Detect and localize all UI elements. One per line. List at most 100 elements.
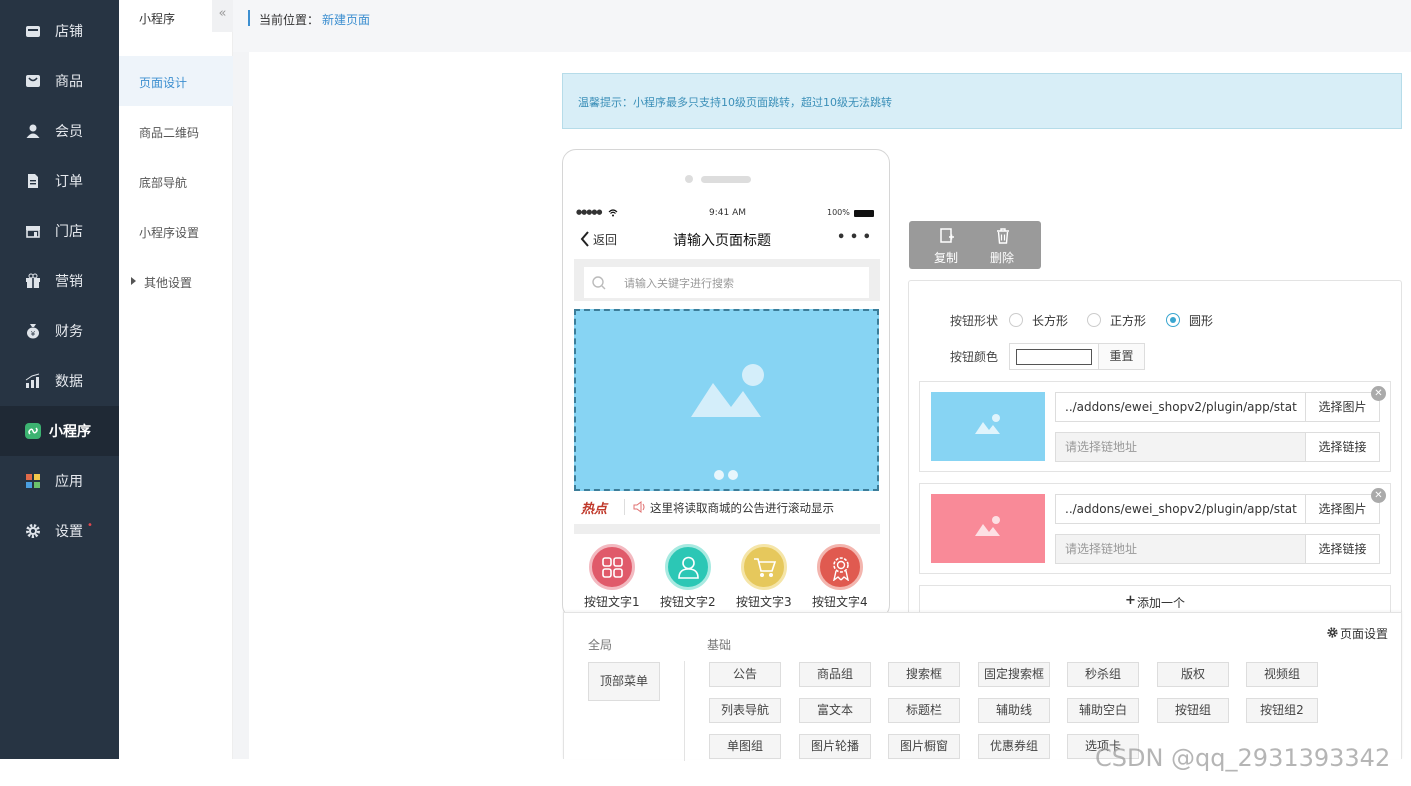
- main-sidebar: 店铺 商品 会员 订单 门店 营销 ¥ 财务 数据 小程序 应用 设置 •: [0, 0, 119, 759]
- component-fixed-search[interactable]: 固定搜索框: [978, 662, 1050, 687]
- nav-button-icon-2[interactable]: [665, 544, 711, 590]
- shape-radio-circle[interactable]: [1166, 313, 1180, 327]
- nav-button-label-4[interactable]: 按钮文字4: [812, 593, 868, 610]
- nav-button-icon-3[interactable]: [741, 544, 787, 590]
- image-path-input[interactable]: ../addons/ewei_shopv2/plugin/app/stat: [1055, 392, 1306, 422]
- select-link-button[interactable]: 选择链接: [1305, 534, 1380, 564]
- search-placeholder: 请输入关键字进行搜索: [624, 277, 734, 290]
- carousel-dot[interactable]: [714, 470, 724, 480]
- sidebar-item-miniprogram[interactable]: 小程序: [0, 406, 119, 456]
- component-top-menu[interactable]: 顶部菜单: [588, 662, 660, 701]
- select-image-button[interactable]: 选择图片: [1305, 392, 1380, 422]
- nav-button-icon-4[interactable]: [817, 544, 863, 590]
- collapse-subnav-button[interactable]: «: [212, 0, 233, 32]
- sidebar-item-marketing[interactable]: 营销: [0, 256, 119, 306]
- speaker-icon: [633, 501, 645, 513]
- component-single-image[interactable]: 单图组: [709, 734, 781, 759]
- subnav-item-goods-qrcode[interactable]: 商品二维码: [119, 106, 233, 156]
- nav-button-icon-1[interactable]: [589, 544, 635, 590]
- component-image-showcase[interactable]: 图片橱窗: [888, 734, 960, 759]
- link-input[interactable]: 请选择链地址: [1055, 534, 1306, 564]
- sidebar-item-apps[interactable]: 应用: [0, 456, 119, 506]
- hot-label: 热点: [581, 502, 608, 517]
- shape-radio-rectangle[interactable]: [1009, 313, 1023, 327]
- more-menu-icon[interactable]: • • •: [837, 230, 871, 245]
- sidebar-item-finance[interactable]: ¥ 财务: [0, 306, 119, 356]
- banner-carousel[interactable]: [574, 309, 879, 491]
- page-settings-link[interactable]: 页面设置: [1340, 625, 1388, 642]
- nav-button-label-3[interactable]: 按钮文字3: [736, 593, 792, 610]
- component-seckill-group[interactable]: 秒杀组: [1067, 662, 1139, 687]
- component-button-group-2[interactable]: 按钮组2: [1246, 698, 1318, 723]
- image-path-input[interactable]: ../addons/ewei_shopv2/plugin/app/stat: [1055, 494, 1306, 524]
- shape-option-circle[interactable]: 圆形: [1189, 312, 1213, 329]
- item-thumbnail[interactable]: [931, 392, 1045, 461]
- carousel-dot[interactable]: [728, 470, 738, 480]
- component-button-group[interactable]: 按钮组: [1157, 698, 1229, 723]
- delete-button[interactable]: 删除: [987, 225, 1019, 267]
- subnav-item-page-design[interactable]: 页面设计: [119, 56, 233, 106]
- image-placeholder-icon: [975, 414, 1000, 434]
- image-placeholder-icon: [975, 516, 1000, 536]
- component-coupon-group[interactable]: 优惠券组: [978, 734, 1050, 759]
- phone-preview: ●●●●● 9:41 AM 100% 返回 请输入页面标题 • • • 请输入关…: [562, 149, 890, 619]
- component-title-bar[interactable]: 标题栏: [888, 698, 960, 723]
- subnav-item-other-settings[interactable]: 其他设置: [119, 256, 233, 306]
- subnav-item-bottom-nav[interactable]: 底部导航: [119, 156, 233, 206]
- sidebar-item-settings[interactable]: 设置 •: [0, 506, 119, 556]
- link-input[interactable]: 请选择链地址: [1055, 432, 1306, 462]
- sidebar-item-goods[interactable]: 商品: [0, 56, 119, 106]
- divider: [624, 499, 625, 515]
- sidebar-item-label: 设置: [55, 524, 83, 540]
- breadcrumb-current[interactable]: 新建页面: [322, 11, 370, 28]
- sidebar-item-label: 财务: [55, 324, 83, 340]
- copy-button[interactable]: 复制: [931, 225, 963, 267]
- sidebar-item-shop[interactable]: 店铺: [0, 6, 119, 56]
- shape-option-rectangle[interactable]: 长方形: [1032, 312, 1068, 329]
- nav-button-label-1[interactable]: 按钮文字1: [584, 593, 640, 610]
- sidebar-item-data[interactable]: 数据: [0, 356, 119, 406]
- search-input[interactable]: 请输入关键字进行搜索: [584, 267, 869, 298]
- back-arrow-icon[interactable]: [580, 231, 590, 247]
- component-guide-line[interactable]: 辅助线: [978, 698, 1050, 723]
- component-announcement[interactable]: 公告: [709, 662, 781, 687]
- notice-banner: 温馨提示：小程序最多只支持10级页面跳转，超过10级无法跳转: [562, 73, 1402, 129]
- select-link-button[interactable]: 选择链接: [1305, 432, 1380, 462]
- component-copyright[interactable]: 版权: [1157, 662, 1229, 687]
- back-button[interactable]: 返回: [593, 231, 617, 248]
- shop-icon: [26, 26, 40, 37]
- subnav-title: 小程序: [139, 12, 176, 26]
- page-title[interactable]: 请输入页面标题: [673, 230, 771, 250]
- store-icon: [26, 226, 40, 238]
- component-blank-space[interactable]: 辅助空白: [1067, 698, 1139, 723]
- copy-label: 复制: [934, 251, 959, 265]
- subnav-item-miniprogram-settings[interactable]: 小程序设置: [119, 206, 233, 256]
- caret-right-icon: [131, 277, 136, 285]
- nav-button-label-2[interactable]: 按钮文字2: [660, 593, 716, 610]
- miniprogram-icon: [25, 423, 41, 439]
- sidebar-item-member[interactable]: 会员: [0, 106, 119, 156]
- sidebar-item-label: 店铺: [55, 24, 83, 40]
- component-goods-group[interactable]: 商品组: [799, 662, 871, 687]
- color-picker[interactable]: [1016, 349, 1092, 365]
- notice-text: 温馨提示：小程序最多只支持10级页面跳转，超过10级无法跳转: [578, 96, 892, 109]
- battery-percent: 100%: [827, 208, 850, 217]
- reset-color-button[interactable]: 重置: [1098, 343, 1145, 370]
- component-search-box[interactable]: 搜索框: [888, 662, 960, 687]
- component-image-carousel[interactable]: 图片轮播: [799, 734, 871, 759]
- gift-icon: [26, 273, 40, 288]
- component-list-nav[interactable]: 列表导航: [709, 698, 781, 723]
- sidebar-item-label: 营销: [55, 274, 83, 290]
- remove-item-icon[interactable]: ✕: [1371, 488, 1386, 503]
- item-thumbnail[interactable]: [931, 494, 1045, 563]
- component-rich-text[interactable]: 富文本: [799, 698, 871, 723]
- subnav-item-label: 页面设计: [139, 76, 188, 90]
- select-image-button[interactable]: 选择图片: [1305, 494, 1380, 524]
- sidebar-item-store[interactable]: 门店: [0, 206, 119, 256]
- shape-option-square[interactable]: 正方形: [1110, 312, 1146, 329]
- component-video-group[interactable]: 视频组: [1246, 662, 1318, 687]
- apps-icon: [26, 474, 40, 488]
- sidebar-item-order[interactable]: 订单: [0, 156, 119, 206]
- remove-item-icon[interactable]: ✕: [1371, 386, 1386, 401]
- shape-radio-square[interactable]: [1087, 313, 1101, 327]
